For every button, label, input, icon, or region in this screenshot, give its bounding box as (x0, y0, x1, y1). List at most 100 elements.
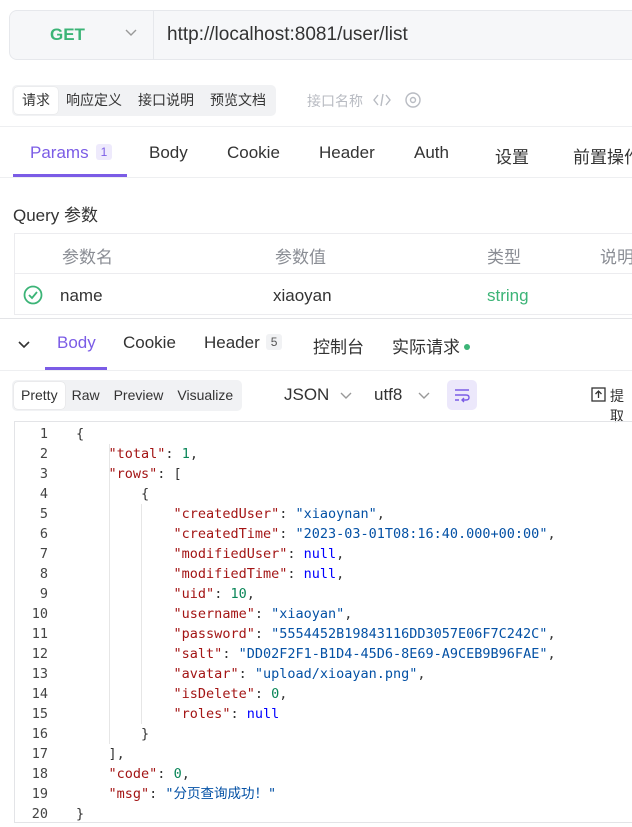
response-tab-console[interactable]: 控制台 (313, 333, 364, 358)
chevron-down-icon[interactable] (339, 388, 353, 402)
divider (0, 126, 632, 127)
param-type-cell[interactable]: string (487, 286, 529, 306)
code-text: "password": "5554452B19843116DD3057E06F7… (173, 626, 556, 642)
code-text: "createdUser": "xiaoynan", (173, 506, 385, 522)
view-mode-tabs: Pretty Raw Preview Visualize (12, 380, 243, 411)
code-line: 6 "createdTime": "2023-03-01T08:16:40.00… (15, 524, 632, 544)
indent-guide (109, 444, 110, 744)
extract-button[interactable]: 提取 (610, 386, 632, 426)
method-select[interactable]: GET (50, 25, 85, 45)
line-number: 14 (31, 686, 48, 702)
code-line: 13 "avatar": "upload/xioayan.png", (15, 664, 632, 684)
code-line: 10 "username": "xiaoyan", (15, 604, 632, 624)
view-pretty[interactable]: Pretty (14, 382, 65, 409)
code-text: { (76, 486, 150, 502)
row-divider (15, 273, 632, 274)
line-number: 12 (31, 646, 48, 662)
tab-header[interactable]: Header (319, 143, 375, 163)
indent-guide (141, 504, 142, 724)
tab-response-definition[interactable]: 响应定义 (58, 87, 130, 114)
code-line: 16 } (15, 724, 632, 744)
code-line: 18 "code": 0, (15, 764, 632, 784)
column-header-value: 参数值 (275, 248, 326, 267)
divider (0, 370, 632, 371)
view-raw[interactable]: Raw (65, 382, 107, 409)
param-value-cell[interactable]: xiaoyan (273, 286, 332, 306)
format-select[interactable]: JSON (284, 385, 329, 405)
code-text: } (76, 726, 150, 742)
url-bar: GET http://localhost:8081/user/list (9, 10, 632, 60)
tab-preview-doc[interactable]: 预览文档 (202, 87, 274, 114)
line-number: 10 (31, 606, 48, 622)
wrap-icon (455, 389, 470, 403)
code-line: 3 "rows": [ (15, 464, 632, 484)
line-number: 16 (31, 726, 48, 742)
code-line: 12 "salt": "DD02F2F1-B1D4-45D6-8E69-A9CE… (15, 644, 632, 664)
code-text: "total": 1, (108, 446, 198, 462)
code-text: "roles": null (173, 706, 280, 722)
line-number: 18 (31, 766, 48, 782)
tab-settings[interactable]: 设置 (495, 143, 529, 168)
code-text: "msg": "分页查询成功！" (108, 786, 277, 802)
tab-params[interactable]: Params 1 (30, 143, 113, 163)
chevron-down-icon[interactable] (124, 25, 138, 39)
line-number: 6 (39, 526, 48, 542)
tab-request[interactable]: 请求 (14, 87, 58, 114)
url-divider (153, 11, 154, 59)
query-params-title: Query 参数 (13, 206, 99, 225)
response-body-viewer[interactable]: 1{2 "total": 1, 3 "rows": [4 {5 "createdU… (14, 421, 632, 823)
chevron-down-icon[interactable] (417, 388, 431, 402)
tab-auth[interactable]: Auth (414, 143, 449, 163)
code-icon[interactable] (373, 92, 391, 108)
line-number: 13 (31, 666, 48, 682)
code-line: 8 "modifiedTime": null, (15, 564, 632, 584)
response-tab-cookie[interactable]: Cookie (123, 333, 176, 353)
tab-pre-operations[interactable]: 前置操作 (573, 143, 632, 168)
code-text: { (76, 426, 85, 442)
encoding-select[interactable]: utf8 (374, 385, 402, 405)
code-line: 19 "msg": "分页查询成功！" (15, 784, 632, 804)
line-number: 15 (31, 706, 48, 722)
word-wrap-button[interactable] (447, 380, 477, 410)
url-input[interactable]: http://localhost:8081/user/list (167, 24, 408, 46)
tab-api-description[interactable]: 接口说明 (130, 87, 202, 114)
code-text: "uid": 10, (173, 586, 255, 602)
line-number: 11 (31, 626, 48, 642)
divider (0, 177, 632, 178)
param-name-cell[interactable]: name (60, 286, 103, 306)
code-line: 5 "createdUser": "xiaoynan", (15, 504, 632, 524)
code-text: "salt": "DD02F2F1-B1D4-45D6-8E69-A9CEB9B… (173, 646, 556, 662)
code-line: 1{ (15, 424, 632, 444)
line-number: 4 (39, 486, 48, 502)
panel-splitter[interactable] (0, 318, 632, 319)
code-text: "rows": [ (108, 466, 182, 482)
line-number: 20 (31, 806, 48, 822)
response-tab-actual-request[interactable]: 实际请求 (392, 333, 470, 358)
line-number: 8 (39, 566, 48, 582)
tab-cookie[interactable]: Cookie (227, 143, 280, 163)
code-text: } (76, 806, 85, 822)
doc-tabs: 请求 响应定义 接口说明 预览文档 (12, 85, 276, 116)
code-text: "createdTime": "2023-03-01T08:16:40.000+… (173, 526, 556, 542)
response-tab-header[interactable]: Header 5 (204, 333, 283, 353)
line-number: 3 (39, 466, 48, 482)
code-line: 4 { (15, 484, 632, 504)
line-number: 9 (39, 586, 48, 602)
tab-body[interactable]: Body (149, 143, 188, 163)
column-header-name: 参数名 (62, 248, 113, 267)
chevron-down-icon[interactable] (17, 338, 31, 352)
params-count-badge: 1 (95, 144, 113, 160)
settings-icon[interactable] (404, 91, 422, 109)
code-line: 15 "roles": null (15, 704, 632, 724)
view-preview[interactable]: Preview (107, 382, 171, 409)
api-name-input[interactable]: 接口名称 (307, 91, 363, 111)
view-visualize[interactable]: Visualize (170, 382, 240, 409)
extract-icon[interactable] (591, 387, 606, 402)
check-circle-icon[interactable] (23, 285, 43, 305)
code-text: "modifiedUser": null, (173, 546, 345, 562)
status-dot (464, 344, 470, 350)
code-text: "modifiedTime": null, (173, 566, 345, 582)
response-tab-body[interactable]: Body (57, 333, 96, 353)
code-line: 7 "modifiedUser": null, (15, 544, 632, 564)
code-text: "isDelete": 0, (173, 686, 288, 702)
